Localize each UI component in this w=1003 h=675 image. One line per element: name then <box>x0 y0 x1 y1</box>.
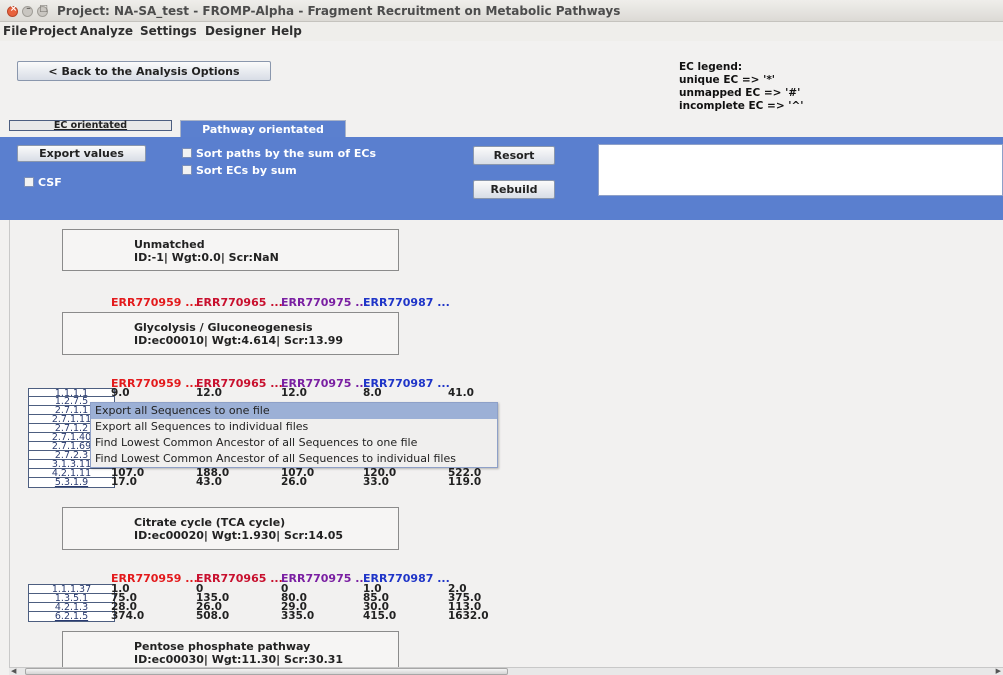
ec-value: 508.0 <box>196 610 230 622</box>
ec-value: 41.0 <box>448 387 474 399</box>
sample-label: ERR770965 ... <box>196 572 283 585</box>
title-bar: × – □ Project: NA-SA_test - FROMP-Alpha … <box>0 0 1003 22</box>
ec-value: 415.0 <box>363 610 397 622</box>
menu-export-one-file[interactable]: Export all Sequences to one file <box>91 403 497 419</box>
menu-export-individual-files[interactable]: Export all Sequences to individual files <box>91 419 497 435</box>
back-to-analysis-options-button[interactable]: < Back to the Analysis Options <box>17 61 271 81</box>
checkbox-box <box>182 148 192 158</box>
pathway-name: Citrate cycle (TCA cycle) <box>134 516 286 529</box>
sample-label: ERR770959 ... <box>111 296 198 309</box>
output-textbox[interactable] <box>598 144 1003 196</box>
pathway-box-citrate[interactable]: Citrate cycle (TCA cycle) ID:ec00020| Wg… <box>62 507 399 550</box>
menu-lca-one-file[interactable]: Find Lowest Common Ancestor of all Seque… <box>91 435 497 451</box>
pathway-info: ID:ec00010| Wgt:4.614| Scr:13.99 <box>134 334 344 347</box>
pathway-name: Unmatched <box>134 238 205 251</box>
tab-pathway-orientated[interactable]: Pathway orientated <box>180 120 346 137</box>
ec-value: 43.0 <box>196 476 222 488</box>
sample-label: ERR770975 ... <box>281 296 368 309</box>
maximize-icon: □ <box>39 4 48 14</box>
ec-value: 9.0 <box>111 387 130 399</box>
csf-checkbox[interactable]: CSF <box>24 176 62 189</box>
pathway-box-pentose[interactable]: Pentose phosphate pathway ID:ec00030| Wg… <box>62 631 399 667</box>
sort-ecs-label: Sort ECs by sum <box>196 164 297 177</box>
resort-button[interactable]: Resort <box>473 146 555 165</box>
maximize-window-button[interactable]: □ <box>37 4 48 17</box>
sample-label: ERR770965 ... <box>196 296 283 309</box>
tab-ec-orientated[interactable]: EC orientated <box>9 120 172 131</box>
context-menu: Export all Sequences to one file Export … <box>90 402 498 468</box>
checkbox-box <box>24 177 34 187</box>
ec-value: 374.0 <box>111 610 145 622</box>
ec-value: 26.0 <box>281 476 307 488</box>
sample-label: ERR770987 ... <box>363 296 450 309</box>
sort-paths-label: Sort paths by the sum of ECs <box>196 147 376 160</box>
menu-help[interactable]: Help <box>271 24 302 38</box>
menu-analyze[interactable]: Analyze <box>80 24 133 38</box>
ec-value: 119.0 <box>448 476 482 488</box>
pathway-name: Pentose phosphate pathway <box>134 640 311 653</box>
scrollbar-thumb[interactable] <box>25 668 508 675</box>
menu-bar: File Project Analyze Settings Designer H… <box>0 22 1003 41</box>
scroll-left-icon[interactable]: ◀ <box>11 667 16 675</box>
ec-legend-unique: unique EC => '*' <box>679 74 776 86</box>
pathway-info: ID:ec00020| Wgt:1.930| Scr:14.05 <box>134 529 344 542</box>
ec-value: 33.0 <box>363 476 389 488</box>
pathway-box-glycolysis[interactable]: Glycolysis / Gluconeogenesis ID:ec00010|… <box>62 312 399 355</box>
sort-ecs-checkbox[interactable]: Sort ECs by sum <box>182 164 297 177</box>
ec-value: 335.0 <box>281 610 315 622</box>
pathway-box-unmatched[interactable]: Unmatched ID:-1| Wgt:0.0| Scr:NaN <box>62 229 399 271</box>
menu-settings[interactable]: Settings <box>140 24 197 38</box>
ec-value: 1632.0 <box>448 610 489 622</box>
menu-designer[interactable]: Designer <box>205 24 266 38</box>
pathway-name: Glycolysis / Gluconeogenesis <box>134 321 313 334</box>
ec-value: 12.0 <box>281 387 307 399</box>
ec-legend-title: EC legend: <box>679 61 743 73</box>
ec-legend-incomplete: incomplete EC => '^' <box>679 100 804 112</box>
ec-button[interactable]: 6.2.1.5 <box>28 611 115 622</box>
pathway-info: ID:-1| Wgt:0.0| Scr:NaN <box>134 251 279 264</box>
ec-legend-unmapped: unmapped EC => '#' <box>679 87 801 99</box>
ec-value: 12.0 <box>196 387 222 399</box>
menu-project[interactable]: Project <box>29 24 77 38</box>
close-icon: × <box>9 4 18 14</box>
ec-legend: EC legend: unique EC => '*' unmapped EC … <box>679 61 804 113</box>
sample-label: ERR770975 ... <box>281 572 368 585</box>
sort-paths-checkbox[interactable]: Sort paths by the sum of ECs <box>182 147 376 160</box>
export-values-button[interactable]: Export values <box>17 145 146 162</box>
horizontal-scrollbar[interactable]: ◀ ▶ <box>9 667 1003 675</box>
ec-button[interactable]: 5.3.1.9 <box>28 477 115 488</box>
checkbox-box <box>182 165 192 175</box>
menu-file[interactable]: File <box>3 24 28 38</box>
menu-lca-individual-files[interactable]: Find Lowest Common Ancestor of all Seque… <box>91 451 497 467</box>
window-title: Project: NA-SA_test - FROMP-Alpha - Frag… <box>57 4 621 18</box>
minimize-window-button[interactable]: – <box>22 4 33 17</box>
scroll-right-icon[interactable]: ▶ <box>996 667 1001 675</box>
minimize-icon: – <box>26 4 31 14</box>
pathway-info: ID:ec00030| Wgt:11.30| Scr:30.31 <box>134 653 344 666</box>
ec-value: 17.0 <box>111 476 137 488</box>
ec-value: 8.0 <box>363 387 382 399</box>
rebuild-button[interactable]: Rebuild <box>473 180 555 199</box>
csf-label: CSF <box>38 176 62 189</box>
close-window-button[interactable]: × <box>7 4 18 17</box>
